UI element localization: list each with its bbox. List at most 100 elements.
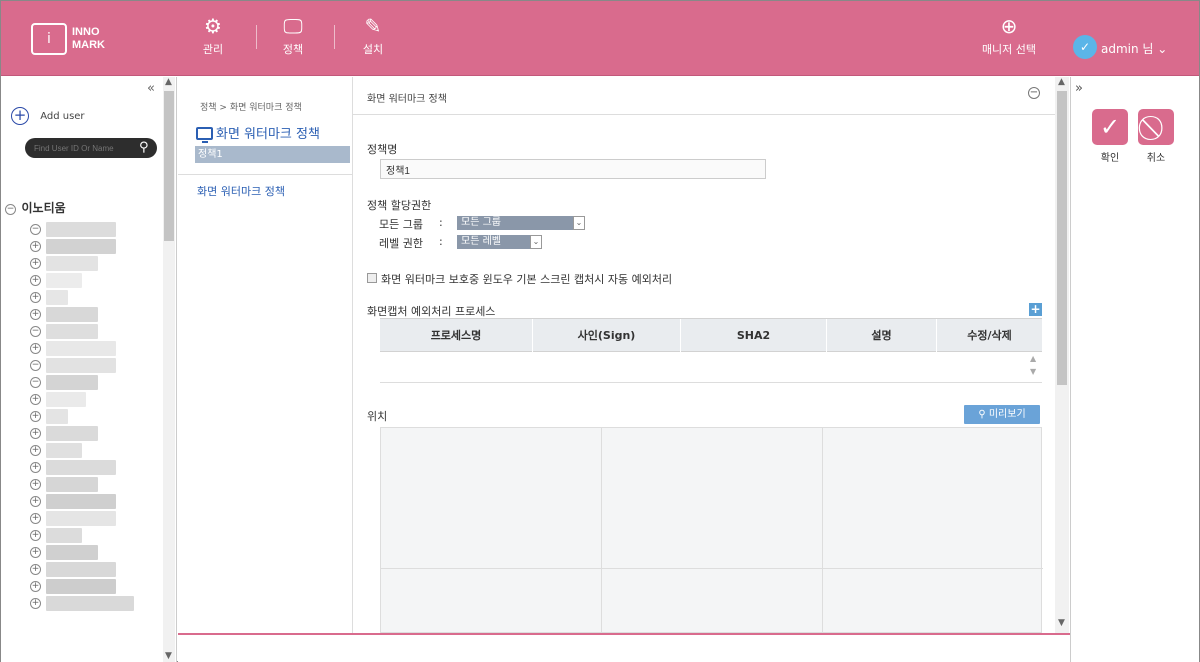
expand-node-icon[interactable]: +	[30, 275, 41, 286]
redacted-node-label	[46, 511, 116, 526]
level-select[interactable]: 모든 레벨	[457, 235, 531, 249]
collapse-right-icon[interactable]: »	[1075, 81, 1083, 96]
expand-node-icon[interactable]: +	[30, 394, 41, 405]
expand-node-icon[interactable]: +	[30, 530, 41, 541]
expand-node-icon[interactable]: +	[30, 343, 41, 354]
scroll-down-icon[interactable]: ▼	[1030, 367, 1036, 376]
policy-name-input[interactable]	[380, 159, 766, 179]
redacted-node-label	[46, 596, 134, 611]
grid-divider	[601, 428, 602, 634]
tree-node[interactable]: +	[30, 561, 150, 578]
nav-manage[interactable]: ⚙ 관리	[183, 13, 243, 57]
user-avatar-icon[interactable]: ✓	[1073, 35, 1097, 59]
tree-node[interactable]: −	[30, 357, 150, 374]
expand-node-icon[interactable]: +	[30, 581, 41, 592]
cancel-icon: ⃠	[1138, 109, 1174, 145]
expand-node-icon[interactable]: +	[30, 241, 41, 252]
left-scrollbar[interactable]: ▲ ▼	[163, 77, 175, 662]
tree-node[interactable]: +	[30, 578, 150, 595]
menu-watermark-policy[interactable]: 화면 워터마크 정책	[197, 183, 285, 199]
scroll-up-icon[interactable]: ▲	[1058, 77, 1065, 87]
tree-node[interactable]: +	[30, 510, 150, 527]
tree-node[interactable]: +	[30, 476, 150, 493]
tree-node[interactable]: −	[30, 221, 150, 238]
collapse-left-icon[interactable]: «	[147, 81, 155, 96]
add-process-button[interactable]: +	[1029, 303, 1042, 316]
tree-node[interactable]: +	[30, 306, 150, 323]
collapse-node-icon[interactable]: −	[5, 203, 16, 215]
user-menu[interactable]: admin 님 ⌄	[1101, 40, 1167, 57]
innomark-logo[interactable]: i INNO MARK	[31, 23, 143, 57]
tree-node[interactable]: +	[30, 493, 150, 510]
chevron-down-icon[interactable]: ⌄	[530, 235, 542, 249]
scroll-up-icon[interactable]: ▲	[1030, 354, 1036, 363]
expand-node-icon[interactable]: +	[30, 428, 41, 439]
tree-node[interactable]: +	[30, 391, 150, 408]
expand-node-icon[interactable]: +	[30, 462, 41, 473]
watermark-position-grid[interactable]	[380, 427, 1043, 634]
tree-node[interactable]: +	[30, 425, 150, 442]
group-select[interactable]: 모든 그룹	[457, 216, 575, 230]
expand-node-icon[interactable]: +	[30, 258, 41, 269]
auto-exception-label: 화면 워터마크 보호중 윈도우 기본 스크린 캡처시 자동 예외처리	[381, 273, 673, 286]
expand-node-icon[interactable]: +	[30, 479, 41, 490]
expand-node-icon[interactable]: +	[30, 445, 41, 456]
tree-root[interactable]: − 이노티움	[5, 199, 165, 216]
tree-node[interactable]: +	[30, 442, 150, 459]
expand-node-icon[interactable]: +	[30, 564, 41, 575]
cancel-label: 취소	[1146, 153, 1166, 164]
scroll-down-icon[interactable]: ▼	[1058, 618, 1065, 628]
scroll-thumb[interactable]	[1057, 91, 1067, 385]
collapse-node-icon[interactable]: −	[30, 360, 41, 371]
collapse-section-icon[interactable]: −	[1028, 87, 1040, 99]
cancel-button[interactable]: ⃠ 취소	[1138, 109, 1174, 164]
nav-install[interactable]: ✎ 설치	[343, 13, 403, 57]
logo-line-1: INNO	[72, 26, 100, 38]
expand-node-icon[interactable]: +	[30, 411, 41, 422]
tree-node[interactable]: −	[30, 323, 150, 340]
expand-node-icon[interactable]: +	[30, 547, 41, 558]
tree-node[interactable]: +	[30, 527, 150, 544]
tree-node[interactable]: +	[30, 595, 150, 612]
confirm-button[interactable]: ✓ 확인	[1092, 109, 1128, 164]
content-scrollbar[interactable]: ▲ ▼	[1055, 77, 1069, 633]
tree-node[interactable]: +	[30, 289, 150, 306]
add-user-button[interactable]: + Add user	[11, 107, 85, 125]
auto-exception-checkbox[interactable]	[367, 273, 377, 283]
nav-manage-label: 관리	[202, 43, 224, 56]
scroll-down-icon[interactable]: ▼	[165, 651, 172, 661]
tree-node[interactable]: +	[30, 408, 150, 425]
tree-node[interactable]: +	[30, 459, 150, 476]
tree-node[interactable]: +	[30, 544, 150, 561]
tree-node[interactable]: +	[30, 272, 150, 289]
selected-policy-item[interactable]: 정책1	[195, 146, 350, 163]
search-icon[interactable]: ⚲	[139, 140, 149, 155]
col-sign: 사인(Sign)	[532, 319, 680, 353]
chevron-down-icon[interactable]: ⌄	[573, 216, 585, 230]
confirm-label: 확인	[1100, 153, 1120, 164]
monitor-icon: 🖵	[283, 14, 303, 38]
preview-button[interactable]: ⚲ 미리보기	[964, 405, 1040, 424]
scroll-up-icon[interactable]: ▲	[165, 77, 172, 87]
collapse-node-icon[interactable]: −	[30, 377, 41, 388]
expand-node-icon[interactable]: +	[30, 598, 41, 609]
tree-node[interactable]: +	[30, 340, 150, 357]
process-table-body: ▲ ▼	[380, 352, 1042, 383]
app-window: i INNO MARK ⚙ 관리 🖵 정책 ✎ 설치 ⊕ 매니저 선택 ✓ ad…	[0, 0, 1200, 662]
expand-node-icon[interactable]: +	[30, 292, 41, 303]
collapse-node-icon[interactable]: −	[30, 224, 41, 235]
tree-node[interactable]: −	[30, 374, 150, 391]
redacted-node-label	[46, 341, 116, 356]
tree-node[interactable]: +	[30, 255, 150, 272]
manager-select-button[interactable]: ⊕ 매니저 선택	[977, 13, 1041, 57]
expand-node-icon[interactable]: +	[30, 513, 41, 524]
process-section-title: 화면캡처 예외처리 프로세스	[367, 305, 496, 318]
collapse-node-icon[interactable]: −	[30, 326, 41, 337]
tree-node[interactable]: +	[30, 238, 150, 255]
nav-policy[interactable]: 🖵 정책	[263, 13, 323, 57]
redacted-node-label	[46, 307, 98, 322]
search-input[interactable]	[34, 142, 136, 154]
expand-node-icon[interactable]: +	[30, 496, 41, 507]
scroll-thumb[interactable]	[164, 91, 174, 241]
expand-node-icon[interactable]: +	[30, 309, 41, 320]
